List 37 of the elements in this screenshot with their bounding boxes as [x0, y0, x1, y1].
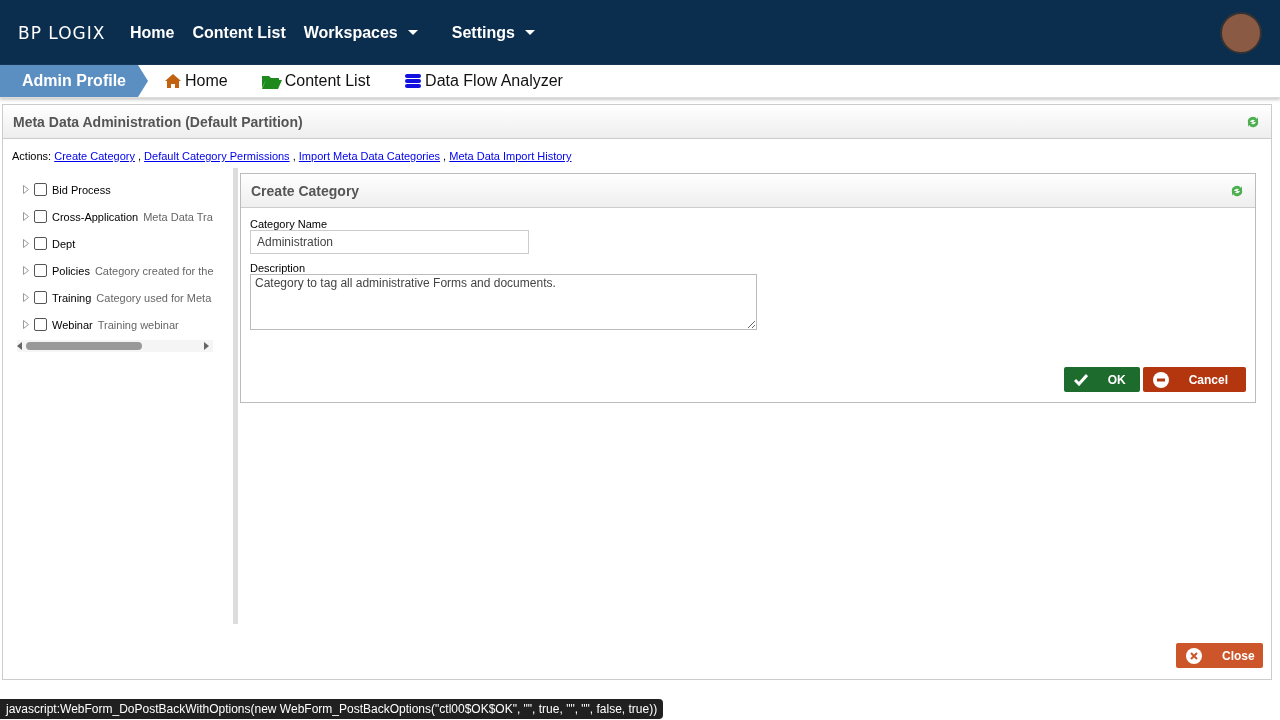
close-button[interactable]: Close: [1176, 643, 1263, 668]
category-description: Category used for Meta: [96, 291, 212, 304]
panel-title: Meta Data Administration (Default Partition): [13, 113, 303, 130]
input-field[interactable]: Administration: [250, 230, 529, 254]
ok-button[interactable]: OK: [1063, 367, 1140, 392]
category-description: Category created for the: [94, 264, 214, 277]
logo[interactable]: BP LOGIX: [18, 22, 130, 43]
nav-link[interactable]: Content List: [192, 23, 286, 42]
actions-label: Actions:: [12, 150, 52, 162]
status-tooltip: javascript:WebForm_DoPostBackWithOptions(new WebForm_PostBackOptions("ctl00$OK$OK", "", true, "", "", false, true)): [0, 699, 664, 719]
nav-link[interactable]: Home: [130, 23, 175, 42]
separator: ,: [291, 150, 297, 162]
category-description: Meta Data Tra: [143, 210, 213, 223]
category-name[interactable]: Dept: [52, 237, 76, 250]
field-label: Category Name: [250, 218, 329, 230]
cancel-button[interactable]: Cancel: [1142, 367, 1246, 392]
action-link[interactable]: Create Category: [54, 150, 135, 162]
category-name[interactable]: Bid Process: [52, 183, 111, 196]
breadcrumb-link[interactable]: Content List: [261, 72, 371, 90]
action-link[interactable]: Meta Data Import History: [449, 150, 572, 162]
breadcrumb-link[interactable]: Home: [164, 72, 228, 90]
description-field[interactable]: Category to tag all administrative Forms and documents.: [250, 274, 757, 330]
form-title: Create Category: [251, 182, 360, 199]
category-description: Training webinar: [97, 318, 179, 331]
category-name[interactable]: Cross-Application: [52, 210, 139, 223]
separator: ,: [137, 150, 143, 162]
breadcrumb-link[interactable]: Data Flow Analyzer: [404, 72, 563, 90]
nav-link[interactable]: Settings: [451, 23, 535, 42]
breadcrumb-current: Admin Profile: [0, 65, 148, 97]
action-link[interactable]: Import Meta Data Categories: [298, 150, 441, 162]
field-label: Description: [250, 262, 307, 274]
category-name[interactable]: Training: [52, 291, 92, 304]
action-link[interactable]: Default Category Permissions: [144, 150, 290, 162]
category-name[interactable]: Policies: [52, 264, 90, 277]
category-name[interactable]: Webinar: [52, 318, 93, 331]
nav-link[interactable]: Workspaces: [303, 23, 418, 42]
separator: ,: [442, 150, 448, 162]
